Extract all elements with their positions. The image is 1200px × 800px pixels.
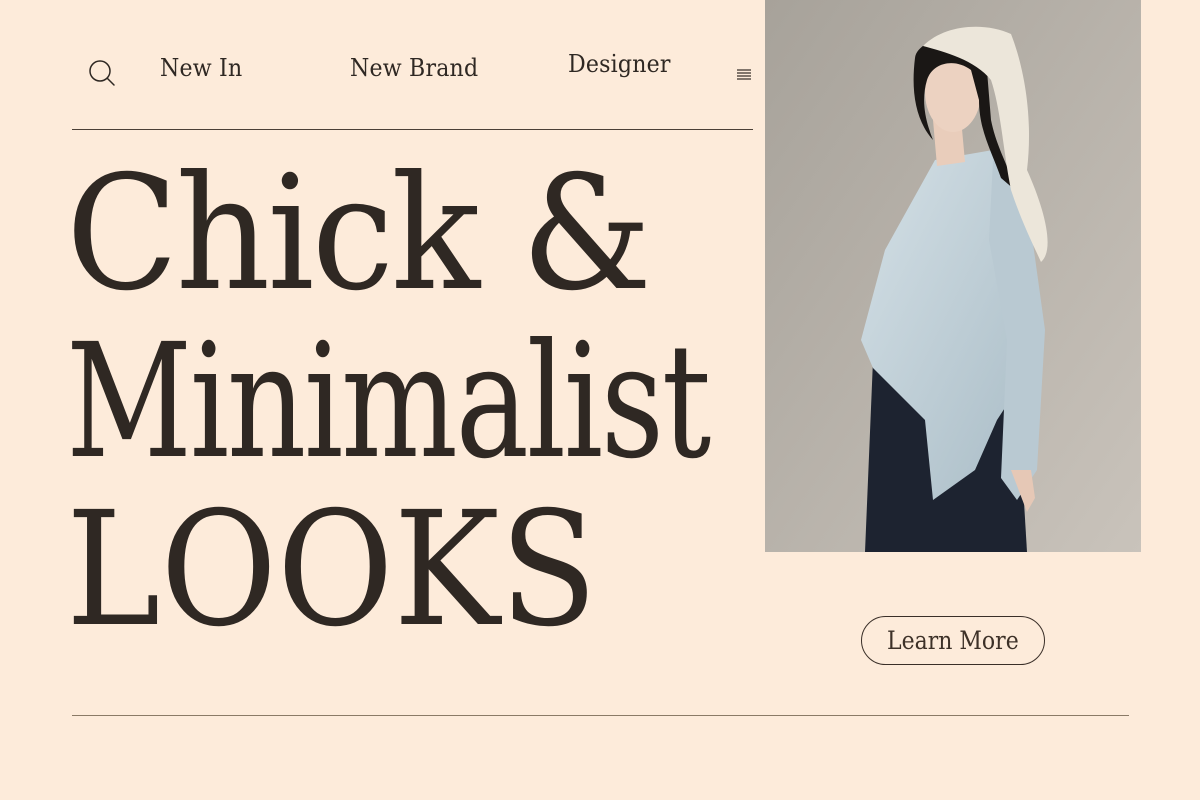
learn-more-label: Learn More xyxy=(887,626,1019,655)
hero-photo xyxy=(765,0,1141,552)
menu-icon[interactable] xyxy=(736,68,752,82)
nav-link-new-in[interactable]: New In xyxy=(160,54,242,82)
nav-link-new-brand[interactable]: New Brand xyxy=(350,54,478,82)
landing-page: New In New Brand Designer Chick & Minima… xyxy=(0,0,1200,800)
headline-line-1: Chick & xyxy=(66,142,652,326)
nav-link-designer[interactable]: Designer xyxy=(568,50,671,78)
search-icon[interactable] xyxy=(88,59,116,87)
top-nav: New In New Brand Designer xyxy=(72,40,752,130)
headline-line-2: Minimalist xyxy=(66,310,711,494)
hero-headline: Chick & Minimalist LOOKS xyxy=(66,150,756,654)
headline-line-3: LOOKS xyxy=(66,478,598,662)
model-photo-illustration xyxy=(765,0,1141,552)
learn-more-button[interactable]: Learn More xyxy=(861,616,1045,665)
footer-divider xyxy=(72,715,1129,716)
nav-divider xyxy=(72,129,753,130)
